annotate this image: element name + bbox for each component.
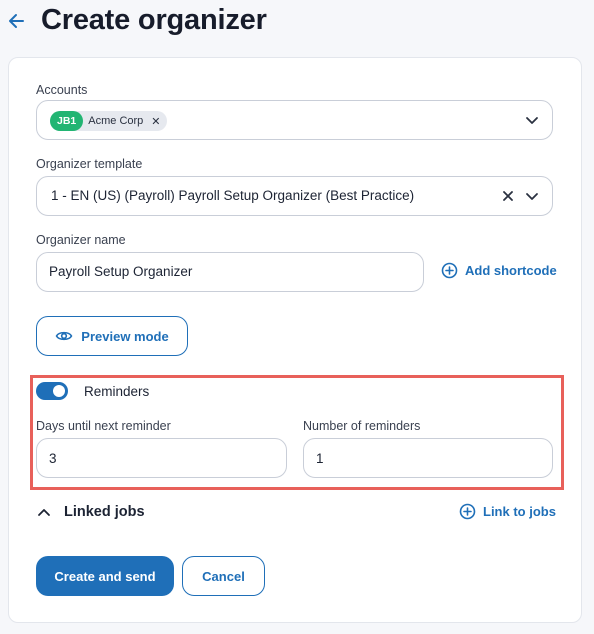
days-value: 3 xyxy=(49,451,57,466)
reminders-label: Reminders xyxy=(84,384,150,399)
eye-icon xyxy=(55,331,73,341)
linked-jobs-title[interactable]: Linked jobs xyxy=(64,504,145,520)
template-value: 1 - EN (US) (Payroll) Payroll Setup Orga… xyxy=(51,188,415,203)
page-title: Create organizer xyxy=(41,4,267,36)
accounts-select[interactable]: JB1 Acme Corp ✕ xyxy=(36,100,553,140)
preview-mode-label: Preview mode xyxy=(81,328,169,344)
organizer-name-value: Payroll Setup Organizer xyxy=(49,264,193,279)
chevron-down-icon[interactable] xyxy=(525,113,539,127)
template-select[interactable]: 1 - EN (US) (Payroll) Payroll Setup Orga… xyxy=(36,176,553,216)
template-label: Organizer template xyxy=(36,157,143,171)
link-to-jobs-button[interactable]: Link to jobs xyxy=(459,503,556,520)
page-header: Create organizer xyxy=(0,0,594,46)
add-shortcode-label: Add shortcode xyxy=(465,263,557,278)
days-input[interactable]: 3 xyxy=(36,438,287,478)
chevron-down-icon[interactable] xyxy=(525,189,539,203)
arrow-left-icon[interactable] xyxy=(6,9,26,33)
chip-remove-icon[interactable]: ✕ xyxy=(151,115,160,128)
days-label: Days until next reminder xyxy=(36,419,171,433)
toggle-knob xyxy=(53,385,65,397)
reminders-toggle[interactable] xyxy=(36,382,68,400)
cancel-button[interactable]: Cancel xyxy=(182,556,265,596)
organizer-name-label: Organizer name xyxy=(36,233,126,247)
preview-mode-button[interactable]: Preview mode xyxy=(36,316,188,356)
link-to-jobs-label: Link to jobs xyxy=(483,504,556,519)
accounts-label: Accounts xyxy=(36,83,88,97)
chevron-up-icon[interactable] xyxy=(37,506,51,520)
account-chip-badge: JB1 xyxy=(50,111,84,131)
account-chip: JB1 Acme Corp ✕ xyxy=(50,111,167,131)
plus-circle-icon xyxy=(441,262,458,279)
count-input[interactable]: 1 xyxy=(303,438,553,478)
account-chip-name: Acme Corp xyxy=(88,115,144,127)
organizer-name-input[interactable]: Payroll Setup Organizer xyxy=(36,252,424,292)
count-label: Number of reminders xyxy=(303,419,421,433)
plus-circle-icon xyxy=(459,503,476,520)
add-shortcode-button[interactable]: Add shortcode xyxy=(441,262,557,279)
count-value: 1 xyxy=(316,451,324,466)
create-and-send-button[interactable]: Create and send xyxy=(36,556,174,596)
clear-icon[interactable] xyxy=(501,189,515,203)
